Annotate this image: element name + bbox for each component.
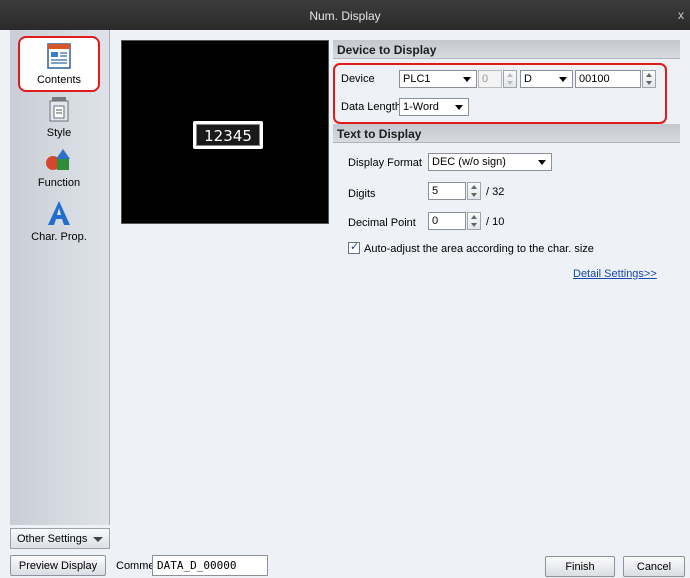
digits-max: / 32 (486, 186, 505, 198)
digits-field[interactable]: 5 (428, 182, 466, 200)
sidebar: Contents Style Function Char. Prop. (10, 30, 110, 525)
sidebar-item-style[interactable]: Style (18, 96, 100, 144)
sidebar-item-contents[interactable]: Contents (18, 36, 100, 92)
chevron-down-icon (93, 537, 103, 542)
style-icon (49, 97, 69, 122)
finish-button[interactable]: Finish (545, 556, 615, 577)
digits-label: Digits (348, 188, 376, 200)
spin-down-icon (471, 193, 477, 197)
close-icon[interactable]: x (678, 8, 684, 22)
cancel-button[interactable]: Cancel (623, 556, 685, 577)
chevron-down-icon (538, 160, 546, 165)
num-display-preview[interactable]: 12345 (193, 121, 263, 149)
decimal-point-spinner[interactable] (467, 212, 481, 230)
preview-display-label: Preview Display (18, 560, 98, 572)
preview-value: 12345 (196, 124, 260, 146)
display-format-select[interactable]: DEC (w/o sign) (428, 153, 552, 171)
spin-up-icon (471, 215, 477, 219)
display-format-label: Display Format (348, 157, 422, 169)
finish-label: Finish (565, 561, 595, 573)
comment-field[interactable]: DATA_D_00000 (152, 555, 268, 576)
sidebar-item-label: Char. Prop. (31, 231, 87, 243)
title-bar: Num. Display x (0, 0, 690, 30)
decimal-point-max: / 10 (486, 216, 505, 228)
display-format-value: DEC (w/o sign) (432, 156, 506, 168)
other-settings-button[interactable]: Other Settings (10, 528, 110, 549)
decimal-point-field[interactable]: 0 (428, 212, 466, 230)
highlight-frame (333, 63, 667, 124)
sidebar-item-function[interactable]: Function (18, 148, 100, 196)
sidebar-item-char-prop[interactable]: Char. Prop. (18, 200, 100, 248)
contents-icon (47, 43, 71, 69)
preview-display-button[interactable]: Preview Display (10, 555, 106, 576)
auto-adjust-label: Auto-adjust the area according to the ch… (364, 243, 594, 255)
window-title: Num. Display (309, 9, 381, 23)
sidebar-item-label: Contents (36, 74, 82, 86)
sidebar-item-label: Function (37, 177, 81, 189)
preview-area: 12345 (121, 40, 329, 224)
spin-up-icon (471, 185, 477, 189)
decimal-point-value: 0 (432, 215, 439, 227)
function-icon (46, 149, 70, 170)
digits-value: 5 (432, 185, 439, 197)
spin-down-icon (471, 223, 477, 227)
sidebar-item-label: Style (46, 127, 72, 139)
text-section-header: Text to Display (333, 124, 680, 143)
device-section-header: Device to Display (333, 40, 680, 59)
digits-spinner[interactable] (467, 182, 481, 200)
char-prop-icon (48, 201, 70, 225)
auto-adjust-checkbox[interactable] (348, 240, 360, 254)
cancel-label: Cancel (636, 561, 672, 573)
detail-settings-link[interactable]: Detail Settings>> (573, 268, 657, 280)
other-settings-label: Other Settings (17, 533, 88, 545)
comment-label: Comme (116, 560, 155, 572)
decimal-point-label: Decimal Point (348, 217, 416, 229)
